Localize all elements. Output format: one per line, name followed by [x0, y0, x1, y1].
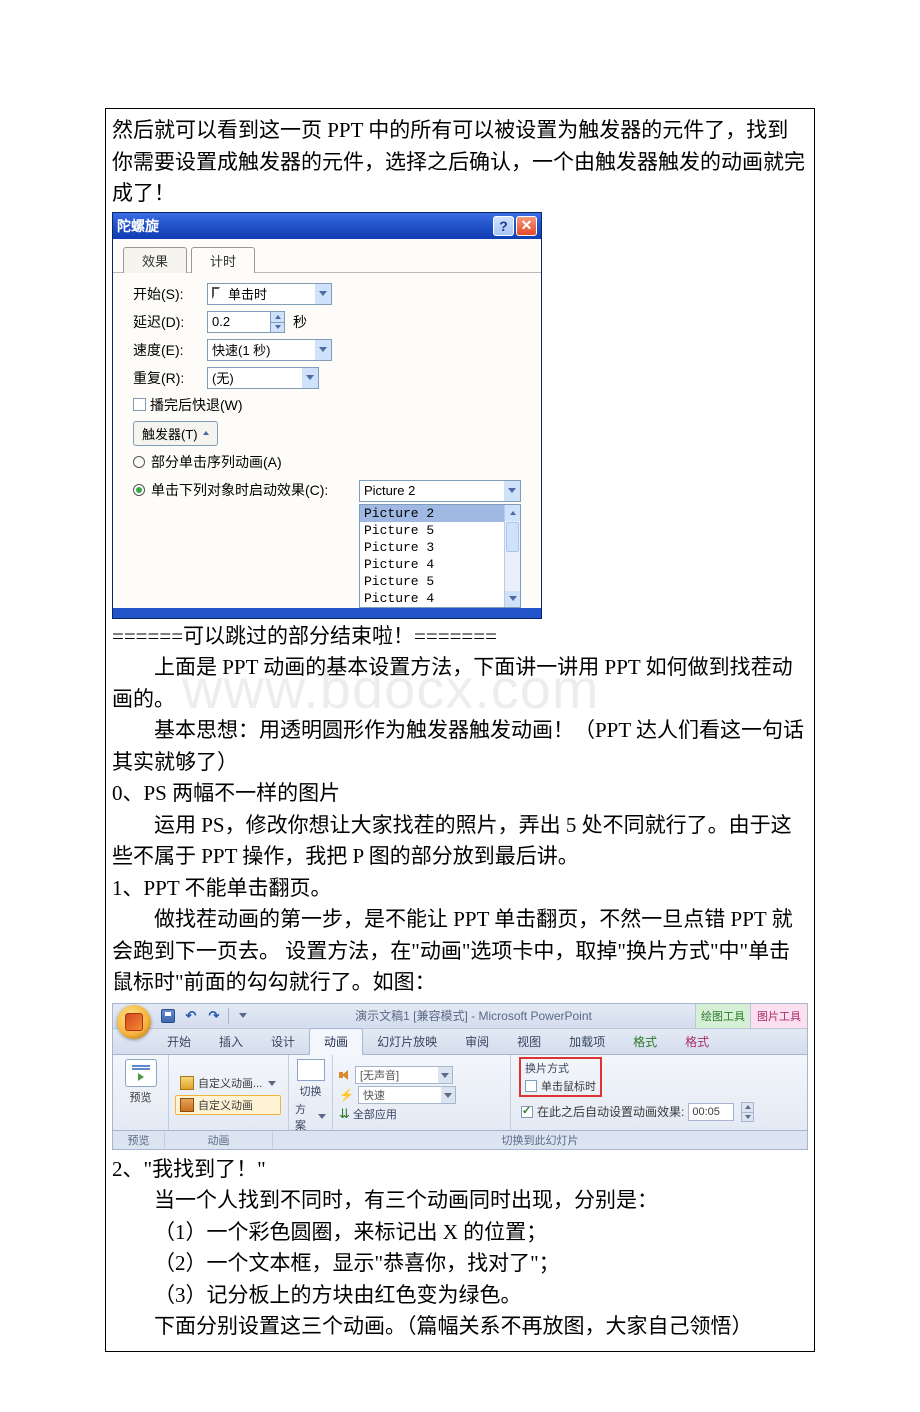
window-title: 演示文稿1 [兼容模式] - Microsoft PowerPoint [252, 1007, 695, 1024]
transition-mode-title: 换片方式 [525, 1060, 596, 1076]
rewind-checkbox[interactable]: 播完后快退(W) [133, 395, 525, 415]
speaker-icon [339, 1069, 351, 1081]
office-button[interactable] [117, 1005, 151, 1039]
list-item[interactable]: Picture 4 [360, 590, 520, 607]
start-label: 开始(S): [133, 284, 207, 304]
paragraph: （2）一个文本框，显示"恭喜你，找对了"； [112, 1248, 808, 1280]
paragraph: 基本思想：用透明圆形作为触发器触发动画！（PPT 达人们看这一句话其实就够了） [112, 715, 808, 778]
list-item[interactable]: Picture 4 [360, 556, 520, 573]
list-item[interactable]: Picture 2 [360, 505, 520, 522]
speed-combo[interactable]: 快速(1 秒) [207, 339, 332, 361]
tab-format-pic[interactable]: 格式 [671, 1029, 723, 1054]
repeat-label: 重复(R): [133, 368, 207, 388]
intro-paragraph: 然后就可以看到这一页 PPT 中的所有可以被设置为触发器的元件了，找到你需要设置… [112, 115, 808, 210]
tab-animations[interactable]: 动画 [309, 1028, 363, 1055]
trigger-object-combo[interactable]: Picture 2 [359, 480, 521, 502]
chevron-down-icon [504, 481, 520, 501]
heading-1: 1、PPT 不能单击翻页。 [112, 873, 808, 905]
tab-timing[interactable]: 计时 [191, 247, 255, 273]
chevron-down-icon [302, 368, 318, 388]
paragraph: 运用 PS，修改你想让大家找茬的照片，弄出 5 处不同就行了。由于这些不属于 P… [112, 810, 808, 873]
transition-scheme-button[interactable]: 切换 方案 [295, 1059, 326, 1133]
save-button[interactable] [159, 1007, 177, 1025]
on-click-checkbox[interactable]: 单击鼠标时 [525, 1078, 596, 1094]
tab-home[interactable]: 开始 [153, 1029, 205, 1054]
close-button[interactable]: ✕ [516, 216, 537, 236]
preview-button[interactable] [125, 1059, 157, 1087]
chevron-down-icon [315, 284, 331, 304]
advance-time-input[interactable]: 00:05 [688, 1103, 734, 1121]
tab-addins[interactable]: 加载项 [555, 1029, 619, 1054]
custom-animation-button[interactable]: 自定义动画 [175, 1095, 281, 1115]
picture-tools-tab[interactable]: 图片工具 [751, 1004, 807, 1028]
delay-label: 延迟(D): [133, 312, 207, 332]
tab-design[interactable]: 设计 [257, 1029, 309, 1054]
tab-review[interactable]: 审阅 [451, 1029, 503, 1054]
star-icon [180, 1076, 194, 1090]
qat-dropdown[interactable] [234, 1007, 252, 1025]
trigger-dialog: 陀螺旋 ? ✕ 效果 计时 开始(S): 单击时 [112, 212, 542, 619]
gear-icon [180, 1098, 194, 1112]
delay-spinner[interactable]: 0.2 [207, 311, 285, 333]
tab-slideshow[interactable]: 幻灯片放映 [363, 1029, 451, 1054]
checkbox-icon [133, 398, 146, 411]
paragraph: 当一个人找到不同时，有三个动画同时出现，分别是： [112, 1185, 808, 1217]
ribbon-tabs: 开始 插入 设计 动画 幻灯片放映 审阅 视图 加载项 格式 格式 [113, 1029, 807, 1055]
speed-label: 速度(E): [133, 340, 207, 360]
document-frame: 然后就可以看到这一页 PPT 中的所有可以被设置为触发器的元件了，找到你需要设置… [105, 108, 815, 1352]
redo-button[interactable]: ↷ [205, 1007, 223, 1025]
custom-animation-dropdown[interactable]: 自定义动画... [175, 1073, 281, 1093]
undo-button[interactable]: ↶ [182, 1007, 200, 1025]
paragraph: （1）一个彩色圆圈，来标记出 X 的位置； [112, 1217, 808, 1249]
dialog-title: 陀螺旋 [117, 216, 491, 236]
paragraph: 上面是 PPT 动画的基本设置方法，下面讲一讲用 PPT 如何做到找茬动画的。 [112, 652, 808, 715]
seconds-label: 秒 [293, 312, 307, 332]
drawing-tools-tab[interactable]: 绘图工具 [695, 1004, 751, 1028]
speed-combo[interactable]: 快速 [358, 1086, 456, 1104]
trigger-listbox[interactable]: Picture 2 Picture 5 Picture 3 Picture 4 … [359, 504, 521, 608]
tab-effect[interactable]: 效果 [123, 247, 187, 273]
preview-label: 预览 [130, 1089, 152, 1105]
chevron-up-icon [203, 431, 209, 435]
chevron-down-icon [268, 1081, 276, 1086]
lightning-icon: ⚡ [339, 1088, 354, 1102]
sound-combo[interactable]: [无声音] [355, 1066, 453, 1084]
apply-icon: ⇊ [339, 1106, 350, 1122]
transition-mode-highlight: 换片方式 单击鼠标时 [519, 1057, 602, 1097]
heading-0: 0、PS 两幅不一样的图片 [112, 778, 808, 810]
time-spinner[interactable] [741, 1102, 754, 1122]
repeat-combo[interactable]: (无) [207, 367, 319, 389]
dialog-tabs: 效果 计时 [113, 239, 541, 273]
help-button[interactable]: ? [493, 216, 514, 236]
quick-access-toolbar: ↶ ↷ [159, 1007, 252, 1025]
tab-insert[interactable]: 插入 [205, 1029, 257, 1054]
dialog-titlebar: 陀螺旋 ? ✕ [113, 213, 541, 239]
trigger-expand-button[interactable]: 触发器(T) [133, 421, 218, 446]
list-item[interactable]: Picture 5 [360, 573, 520, 590]
paragraph: 做找茬动画的第一步，是不能让 PPT 单击翻页，不然一旦点错 PPT 就会跑到下… [112, 904, 808, 999]
tab-view[interactable]: 视图 [503, 1029, 555, 1054]
powerpoint-ribbon: ↶ ↷ 演示文稿1 [兼容模式] - Microsoft PowerPoint … [112, 1003, 808, 1150]
list-item[interactable]: Picture 5 [360, 522, 520, 539]
start-combo[interactable]: 单击时 [207, 283, 332, 305]
checkbox-empty-icon [525, 1080, 537, 1092]
tab-format-draw[interactable]: 格式 [619, 1029, 671, 1054]
ribbon-group-labels: 预览 动画 切换到此幻灯片 [113, 1131, 807, 1149]
onclick-radio[interactable]: 单击下列对象时启动效果(C): [133, 480, 349, 500]
sequence-radio[interactable]: 部分单击序列动画(A) [133, 452, 525, 472]
heading-2: 2、"我找到了！" [112, 1154, 808, 1186]
chevron-down-icon [315, 340, 331, 360]
slide-icon [297, 1059, 325, 1081]
mouse-icon [212, 287, 224, 301]
checkbox-checked-icon [521, 1106, 533, 1118]
apply-all-button[interactable]: ⇊ 全部应用 [339, 1106, 456, 1122]
paragraph: 下面分别设置这三个动画。（篇幅关系不再放图，大家自己领悟） [112, 1311, 808, 1343]
skip-end-divider: ======可以跳过的部分结束啦！======= [112, 621, 808, 653]
save-icon [161, 1009, 175, 1023]
paragraph: （3）记分板上的方块由红色变为绿色。 [112, 1280, 808, 1312]
advance-after-row[interactable]: 在此之后自动设置动画效果: 00:05 [521, 1102, 754, 1122]
dialog-bottom-border [113, 608, 541, 618]
scrollbar[interactable] [504, 505, 520, 607]
list-item[interactable]: Picture 3 [360, 539, 520, 556]
